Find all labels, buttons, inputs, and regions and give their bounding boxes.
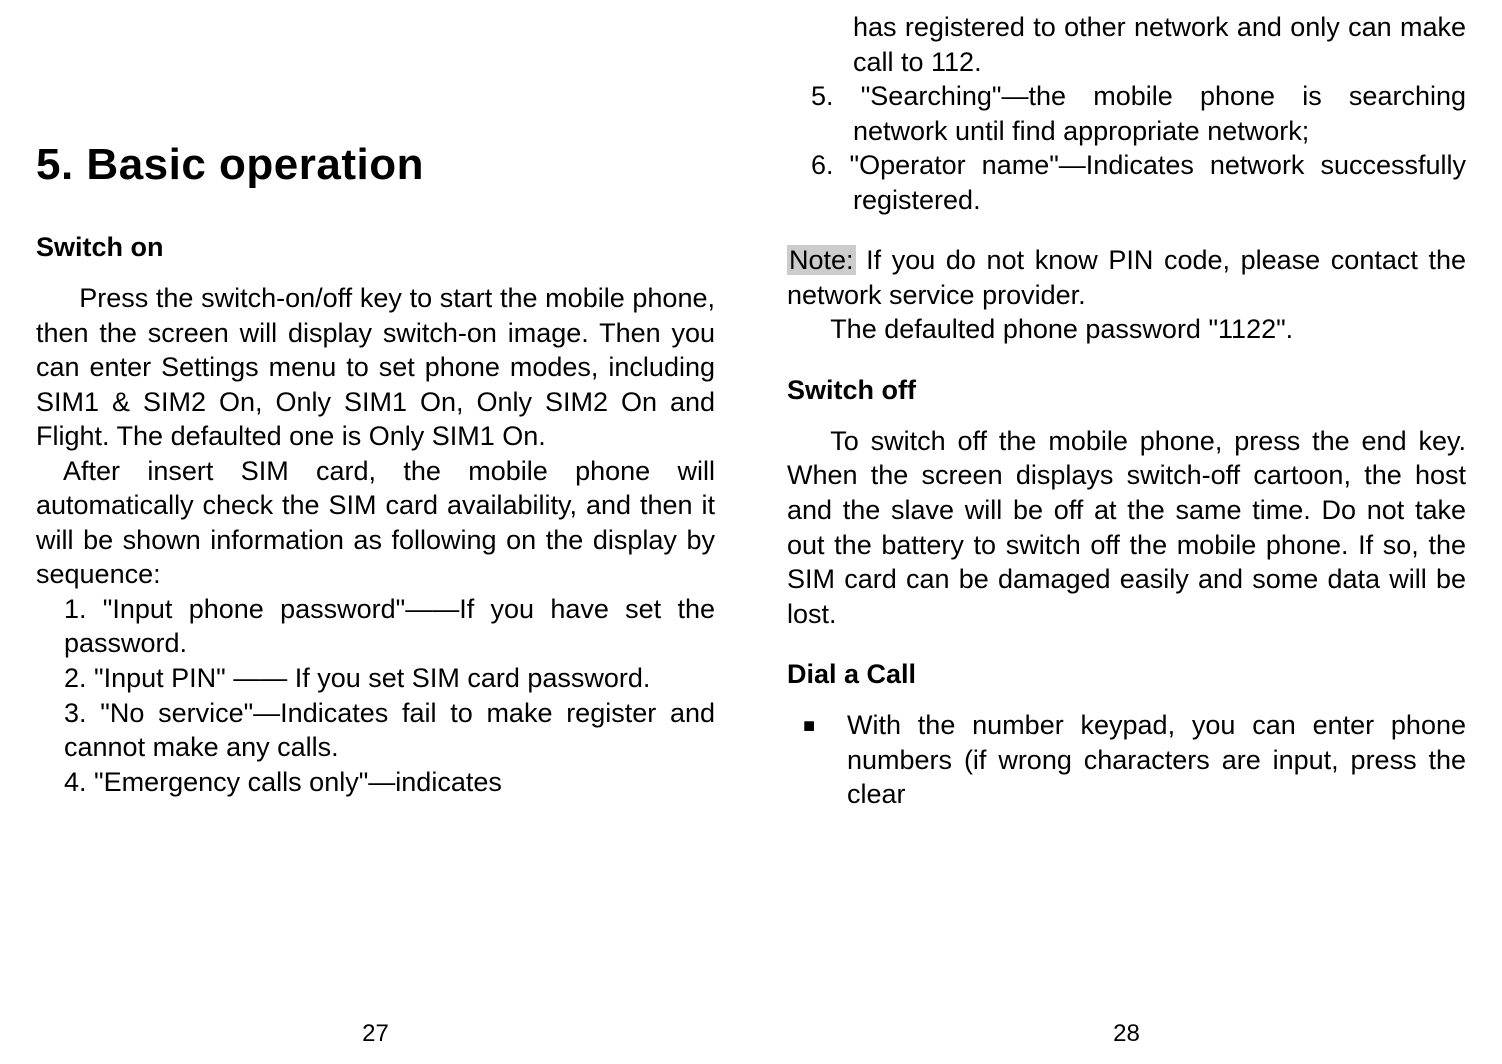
list-item-4-continued: has registered to other network and only… xyxy=(787,10,1466,79)
sequence-list: 1. "Input phone password"——If you have s… xyxy=(36,592,715,799)
spacer xyxy=(787,217,1466,243)
list-item-4-start: 4. "Emergency calls only"—indicates xyxy=(36,765,715,800)
page-number-left: 27 xyxy=(0,1020,751,1048)
note-paragraph: Note: If you do not know PIN code, pleas… xyxy=(787,243,1466,312)
square-bullet-icon: ■ xyxy=(803,708,847,812)
page-right: has registered to other network and only… xyxy=(751,0,1502,1064)
subhead-switch-on: Switch on xyxy=(36,232,715,263)
dial-bullet-text: With the number keypad, you can enter ph… xyxy=(847,708,1466,812)
page-spread: 5. Basic operation Switch on Press the s… xyxy=(0,0,1502,1064)
page-number-right: 28 xyxy=(751,1020,1502,1048)
switch-on-paragraph-2: After insert SIM card, the mobile phone … xyxy=(36,454,715,592)
note-body: If you do not know PIN code, please cont… xyxy=(787,245,1466,310)
list-item-6: 6. "Operator name"—Indicates network suc… xyxy=(787,148,1466,217)
dial-bullet-item: ■ With the number keypad, you can enter … xyxy=(787,708,1466,812)
note-paragraph-2: The defaulted phone password "1122". xyxy=(787,312,1466,347)
page-left: 5. Basic operation Switch on Press the s… xyxy=(0,0,751,1064)
subhead-dial-a-call: Dial a Call xyxy=(787,659,1466,690)
switch-off-paragraph: To switch off the mobile phone, press th… xyxy=(787,424,1466,631)
sequence-list-continued: has registered to other network and only… xyxy=(787,10,1466,217)
list-item-3: 3. "No service"—Indicates fail to make r… xyxy=(36,696,715,765)
switch-on-paragraph-1: Press the switch-on/off key to start the… xyxy=(36,281,715,454)
subhead-switch-off: Switch off xyxy=(787,375,1466,406)
chapter-heading: 5. Basic operation xyxy=(36,140,715,190)
list-item-2: 2. "Input PIN" —— If you set SIM card pa… xyxy=(36,661,715,696)
list-item-5: 5. "Searching"—the mobile phone is searc… xyxy=(787,79,1466,148)
list-item-1: 1. "Input phone password"——If you have s… xyxy=(36,592,715,661)
note-label: Note: xyxy=(787,245,856,275)
